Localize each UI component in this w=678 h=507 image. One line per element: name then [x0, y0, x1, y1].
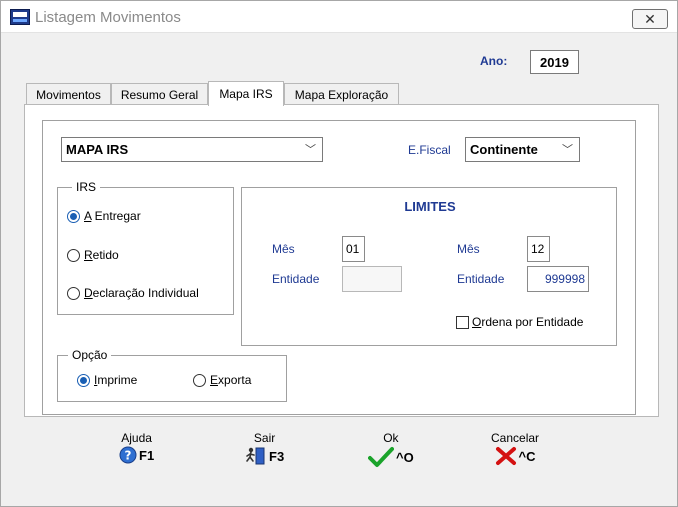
checkbox-label: Ordena por Entidade — [472, 315, 584, 329]
tab-mapa-exploracao[interactable]: Mapa Exploração — [284, 83, 399, 105]
from-entity-label: Entidade — [272, 272, 320, 286]
app-icon — [10, 9, 30, 25]
to-month-input[interactable]: 12 — [527, 236, 550, 262]
report-select-value: MAPA IRS — [66, 142, 129, 157]
radio-unselected-icon — [67, 286, 80, 300]
title-bar[interactable]: Listagem Movimentos ✕ — [1, 1, 677, 33]
close-icon: ✕ — [644, 10, 656, 27]
radio-label: Retido — [84, 248, 119, 262]
to-month-label: Mês — [457, 242, 480, 256]
radio-exporta[interactable]: Exporta — [193, 373, 251, 387]
year-value: 2019 — [540, 54, 569, 70]
radio-unselected-icon — [193, 373, 206, 387]
ordena-por-entidade-checkbox[interactable]: Ordena por Entidade — [456, 315, 583, 329]
opcao-group-legend: Opção — [68, 348, 112, 362]
radio-retido[interactable]: Retido — [67, 248, 119, 262]
irs-group-legend: IRS — [72, 180, 101, 194]
opcao-group: Opção Imprime Exporta — [57, 348, 287, 402]
irs-group: IRS A Entregar Retido Declaração Individ… — [57, 180, 234, 315]
radio-selected-icon — [67, 209, 80, 223]
ok-key: ^O — [396, 449, 414, 465]
tab-label: Mapa Exploração — [294, 87, 389, 102]
year-label: Ano: — [480, 54, 508, 68]
radio-a-entregar[interactable]: A Entregar — [67, 209, 141, 223]
cancel-x-icon — [495, 447, 516, 465]
window-title: Listagem Movimentos — [35, 9, 181, 26]
ok-button[interactable]: Ok ^O — [368, 431, 414, 468]
tab-resumo-geral[interactable]: Resumo Geral — [111, 83, 208, 105]
help-icon: ? — [119, 446, 137, 464]
ok-caption: Ok — [383, 431, 399, 445]
from-month-label: Mês — [272, 242, 295, 256]
limites-title: LIMITES — [404, 199, 456, 214]
radio-label: Exporta — [210, 373, 252, 387]
radio-selected-icon — [77, 373, 90, 387]
help-caption: Ajuda — [121, 431, 152, 445]
cancel-key: ^C — [518, 448, 536, 464]
exit-door-icon — [246, 447, 265, 465]
exit-caption: Sair — [253, 431, 276, 445]
tab-mapa-irs[interactable]: Mapa IRS — [208, 81, 284, 106]
to-entity-label: Entidade — [457, 272, 505, 286]
from-entity-input[interactable] — [342, 266, 402, 292]
help-key: F1 — [139, 447, 155, 463]
checkmark-icon — [368, 447, 394, 467]
tab-movimentos[interactable]: Movimentos — [26, 83, 111, 105]
tab-panel-mapa-irs: MAPA IRS ﹀ E.Fiscal Continente ﹀ IRS A E… — [24, 104, 659, 417]
chevron-down-icon: ﹀ — [305, 143, 316, 156]
fiscal-select[interactable]: Continente ﹀ — [465, 137, 580, 162]
to-entity-value: 999998 — [544, 272, 585, 286]
from-month-input[interactable]: 01 — [342, 236, 365, 262]
tab-label: Mapa IRS — [219, 87, 273, 101]
cancel-button[interactable]: Cancelar ^C — [491, 431, 539, 466]
checkbox-unchecked-icon — [456, 315, 469, 329]
radio-declaracao-individual[interactable]: Declaração Individual — [67, 286, 199, 300]
svg-text:?: ? — [125, 449, 132, 463]
limites-group: LIMITES Mês 01 Entidade Mês 12 Entidade … — [241, 187, 617, 346]
help-button[interactable]: Ajuda ? F1 — [119, 431, 154, 464]
exit-key: F3 — [269, 448, 285, 464]
close-button[interactable]: ✕ — [632, 9, 668, 29]
to-month-value: 12 — [531, 242, 545, 256]
to-entity-input[interactable]: 999998 — [527, 266, 589, 292]
radio-label: Imprime — [94, 373, 138, 387]
from-month-value: 01 — [346, 242, 360, 256]
fiscal-label: E.Fiscal — [408, 143, 451, 157]
exit-button[interactable]: Sair F3 — [245, 431, 284, 466]
fiscal-select-value: Continente — [470, 142, 538, 157]
cancel-caption: Cancelar — [491, 431, 540, 445]
content-frame: MAPA IRS ﹀ E.Fiscal Continente ﹀ IRS A E… — [42, 120, 636, 415]
tab-label: Resumo Geral — [120, 87, 199, 102]
radio-label: Declaração Individual — [84, 286, 199, 300]
chevron-down-icon: ﹀ — [562, 143, 573, 156]
report-select[interactable]: MAPA IRS ﹀ — [61, 137, 323, 162]
radio-unselected-icon — [67, 248, 80, 262]
tab-label: Movimentos — [36, 87, 101, 102]
radio-imprime[interactable]: Imprime — [77, 373, 137, 387]
dialog-window: Listagem Movimentos ✕ Ano: 2019 Moviment… — [0, 0, 678, 507]
year-field[interactable]: 2019 — [530, 50, 579, 74]
radio-label: A Entregar — [84, 209, 141, 223]
